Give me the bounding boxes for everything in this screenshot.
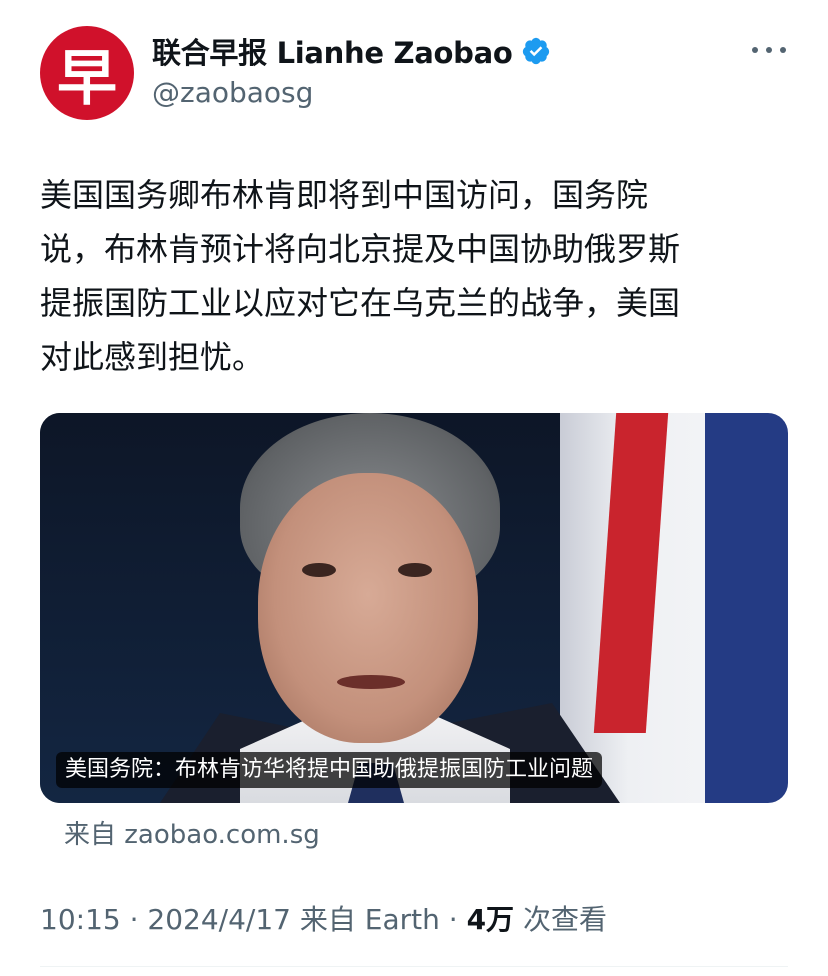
more-options-icon[interactable]: [752, 40, 786, 60]
tweet-line: 美国国务卿布林肯即将到中国访问，国务院: [40, 176, 649, 214]
card-caption: 美国务院：布林肯访华将提中国助俄提振国防工业问题: [56, 752, 603, 788]
person-eye: [302, 563, 336, 577]
tweet-line: 提振国防工业以应对它在乌克兰的战争，美国: [40, 284, 681, 322]
account-avatar[interactable]: 早: [40, 26, 134, 120]
more-dot: [752, 47, 758, 53]
views-count: 4万: [466, 903, 515, 936]
person-eye: [398, 563, 432, 577]
tweet-line: 对此感到担忧。: [40, 338, 265, 376]
divider: [40, 966, 788, 967]
account-name-row: 联合早报 Lianhe Zaobao: [152, 30, 551, 72]
verified-badge-icon: [522, 37, 549, 65]
tweet-meta: 10:15 · 2024/4/17 来自 Earth · 4万 次查看: [40, 898, 607, 938]
person-face: [258, 473, 478, 743]
person-mouth: [337, 675, 405, 689]
card-source-link[interactable]: 来自 zaobao.com.sg: [64, 814, 320, 851]
tweet-text: 美国国务卿布林肯即将到中国访问，国务院 说，布林肯预计将向北京提及中国协助俄罗斯…: [40, 168, 790, 384]
link-card[interactable]: 美国务院：布林肯访华将提中国助俄提振国防工业问题: [40, 413, 788, 803]
more-dot: [780, 47, 786, 53]
account-handle[interactable]: @zaobaosg: [152, 76, 313, 109]
tweet-timestamp[interactable]: 10:15 · 2024/4/17 来自 Earth ·: [40, 903, 467, 936]
tweet-line: 说，布林肯预计将向北京提及中国协助俄罗斯: [40, 230, 681, 268]
flag-blue-stripe: [705, 413, 788, 803]
views-label: 次查看: [514, 903, 607, 936]
more-dot: [766, 47, 772, 53]
display-name[interactable]: 联合早报 Lianhe Zaobao: [152, 30, 513, 72]
